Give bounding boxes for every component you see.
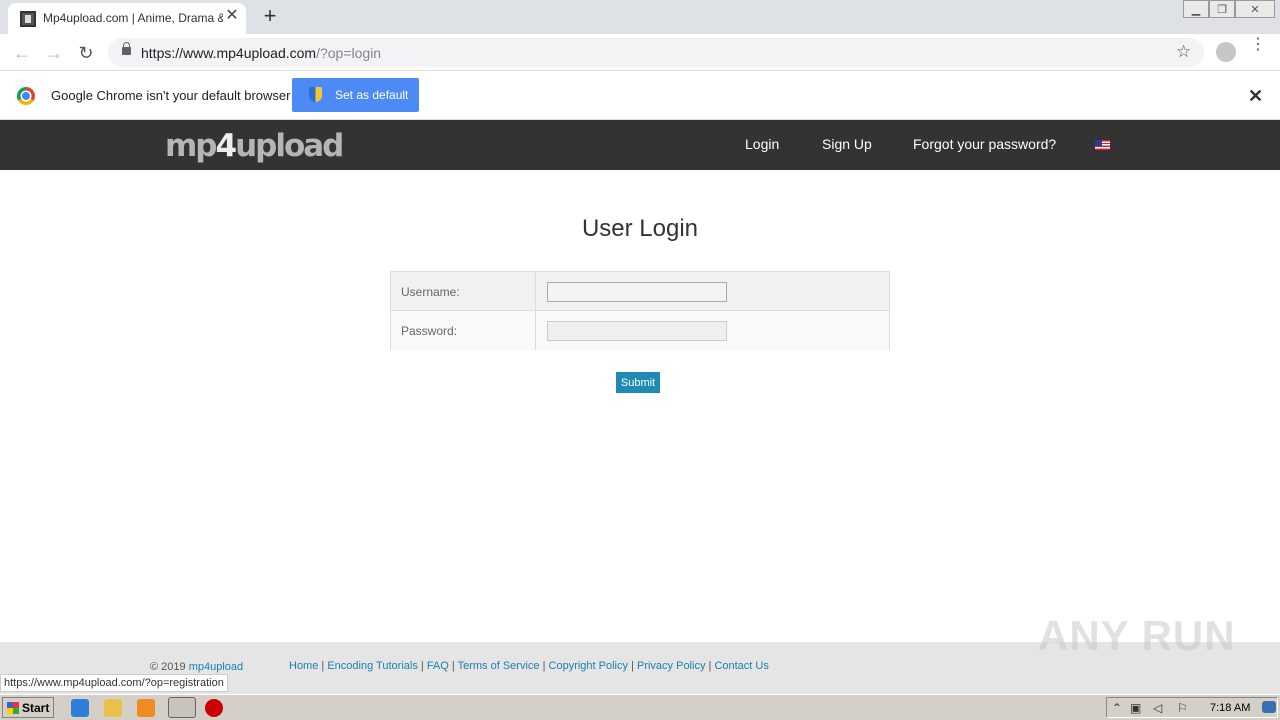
username-input[interactable] [547,282,727,302]
default-browser-infobar: Google Chrome isn't your default browser… [0,71,1280,120]
browser-toolbar: ← → ↻ https://www.mp4upload.com/?op=logi… [0,34,1280,71]
show-desktop-icon[interactable] [1262,701,1276,713]
username-label: Username: [401,285,460,299]
chrome-menu-icon[interactable]: ⋮ [1250,37,1266,53]
profile-avatar-icon[interactable] [1216,42,1236,62]
minimize-icon[interactable]: ▁ [1183,0,1209,18]
chrome-logo-icon [17,87,35,105]
clock[interactable]: 7:18 AM [1210,702,1250,714]
status-bar-url: https://www.mp4upload.com/?op=registrati… [0,674,228,692]
divider [535,272,536,311]
footer-link-terms[interactable]: Terms of Service [458,660,540,672]
set-as-default-label: Set as default [335,88,409,102]
tab-close-icon[interactable]: ✕ [224,8,240,24]
address-bar[interactable]: https://www.mp4upload.com/?op=login ☆ [108,38,1204,67]
forward-button[interactable]: → [42,41,66,65]
file-explorer-icon[interactable] [104,699,122,717]
antivirus-icon[interactable] [205,699,223,717]
copyright-link[interactable]: mp4upload [189,661,243,673]
lock-icon [122,42,131,55]
username-row: Username: [391,272,889,311]
volume-icon[interactable]: ◁ [1153,701,1162,715]
start-button[interactable]: Start [2,697,54,718]
internet-explorer-icon[interactable] [71,699,89,717]
nav-forgot-password-link[interactable]: Forgot your password? [913,136,1056,152]
set-as-default-button[interactable]: Set as default [292,78,419,112]
footer-link-contact[interactable]: Contact Us [714,660,768,672]
close-window-icon[interactable]: ✕ [1235,0,1275,18]
password-row: Password: [391,311,889,350]
windows-taskbar: Start ⌃ ▣ ◁ ⚐ 7:18 AM [0,694,1280,720]
nav-signup-link[interactable]: Sign Up [822,136,872,152]
nav-login-link[interactable]: Login [745,136,779,152]
password-input[interactable] [547,321,727,341]
footer-link-home[interactable]: Home [289,660,318,672]
back-button[interactable]: ← [10,41,34,65]
start-label: Start [22,701,50,715]
us-flag-icon[interactable] [1095,140,1110,150]
footer-link-copyright-policy[interactable]: Copyright Policy [549,660,628,672]
tab-title: Mp4upload.com | Anime, Drama & G [43,11,223,25]
bookmark-star-icon[interactable]: ☆ [1176,42,1191,62]
submit-button[interactable]: Submit [616,372,660,393]
page-title: User Login [581,215,699,242]
infobar-close-icon[interactable]: ✕ [1248,86,1263,107]
footer-link-faq[interactable]: FAQ [427,660,449,672]
divider [535,311,536,350]
reload-button[interactable]: ↻ [74,41,98,65]
site-logo[interactable]: mp4upload [165,129,344,163]
chrome-taskbar-button[interactable] [168,697,196,718]
site-favicon-icon [20,11,36,27]
footer-link-privacy-policy[interactable]: Privacy Policy [637,660,705,672]
system-tray: ⌃ ▣ ◁ ⚐ 7:18 AM [1106,697,1278,718]
infobar-message: Google Chrome isn't your default browser [51,88,291,103]
footer-links: Home | Encoding Tutorials | FAQ | Terms … [289,660,769,672]
tray-expand-icon[interactable]: ⌃ [1112,701,1122,715]
browser-tab[interactable]: Mp4upload.com | Anime, Drama & G ✕ [8,3,246,34]
action-center-flag-icon[interactable]: ⚐ [1177,701,1188,715]
shield-icon [309,87,322,102]
media-player-icon[interactable] [137,699,155,717]
windows-logo-icon [7,702,19,714]
copyright: © 2019 mp4upload [150,661,244,673]
tab-strip: Mp4upload.com | Anime, Drama & G ✕ + ▁ ❐… [0,0,1280,34]
site-header: mp4upload Login Sign Up Forgot your pass… [0,120,1280,170]
url-text: https://www.mp4upload.com/?op=login [141,45,382,61]
anyrun-watermark: ANY RUN [1038,612,1236,659]
login-form: Username: Password: [390,271,890,350]
network-icon[interactable]: ▣ [1130,701,1141,715]
footer-link-encoding-tutorials[interactable]: Encoding Tutorials [327,660,418,672]
restore-icon[interactable]: ❐ [1209,0,1235,18]
new-tab-button[interactable]: + [258,4,282,28]
password-label: Password: [401,324,458,338]
